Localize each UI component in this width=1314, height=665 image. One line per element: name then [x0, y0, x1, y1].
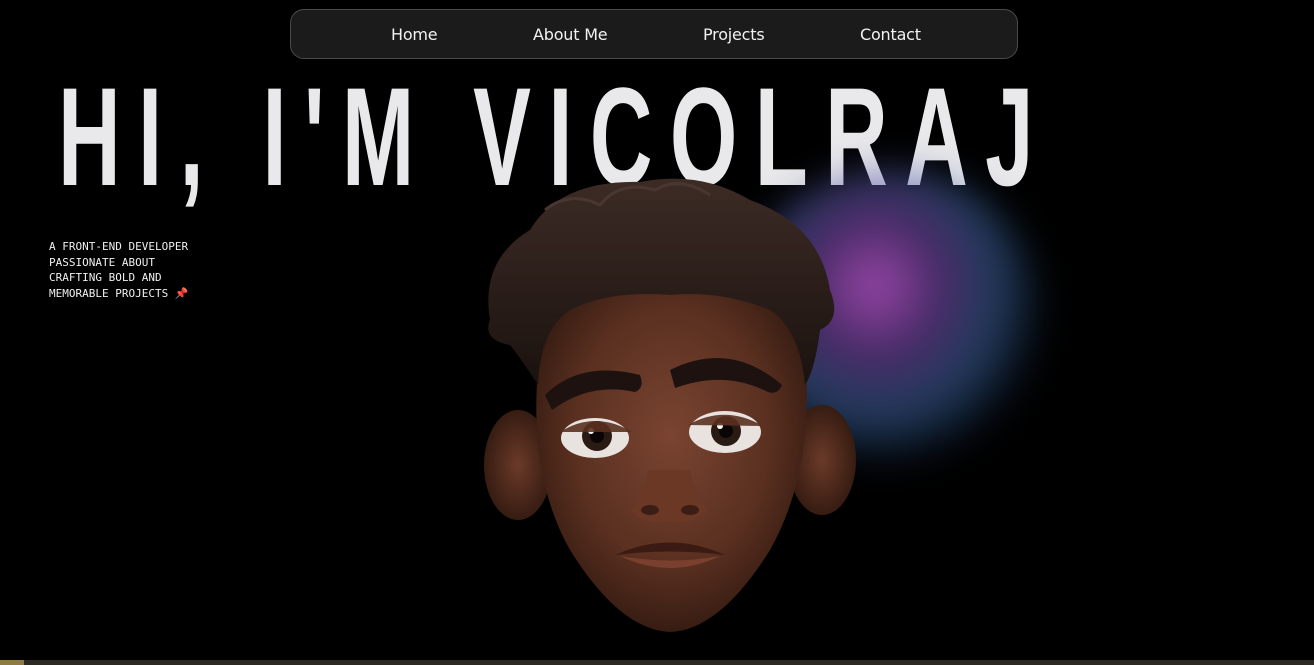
bottom-strip-accent — [0, 660, 24, 665]
page: Home About Me Projects Contact HI, I'M V… — [0, 0, 1314, 660]
tagline-line: A FRONT-END DEVELOPER — [49, 240, 189, 253]
tagline-line: MEMORABLE PROJECTS — [49, 286, 169, 300]
nav-projects-link[interactable]: Projects — [703, 10, 765, 60]
nav-about-link[interactable]: About Me — [533, 10, 608, 60]
hero-tagline: A FRONT-END DEVELOPER PASSIONATE ABOUT C… — [49, 239, 249, 301]
avatar-illustration — [470, 170, 870, 640]
nav-contact-link[interactable]: Contact — [860, 10, 921, 60]
pushpin-icon: 📌 — [174, 286, 189, 300]
tagline-line: CRAFTING BOLD AND — [49, 271, 162, 284]
tagline-line: PASSIONATE ABOUT — [49, 255, 155, 269]
tagline-line-last: MEMORABLE PROJECTS 📌 — [49, 286, 249, 302]
nav-home-link[interactable]: Home — [391, 10, 438, 60]
top-navigation: Home About Me Projects Contact — [290, 9, 1018, 59]
cartoon-boy-avatar — [484, 178, 856, 632]
bottom-strip — [0, 660, 1314, 665]
